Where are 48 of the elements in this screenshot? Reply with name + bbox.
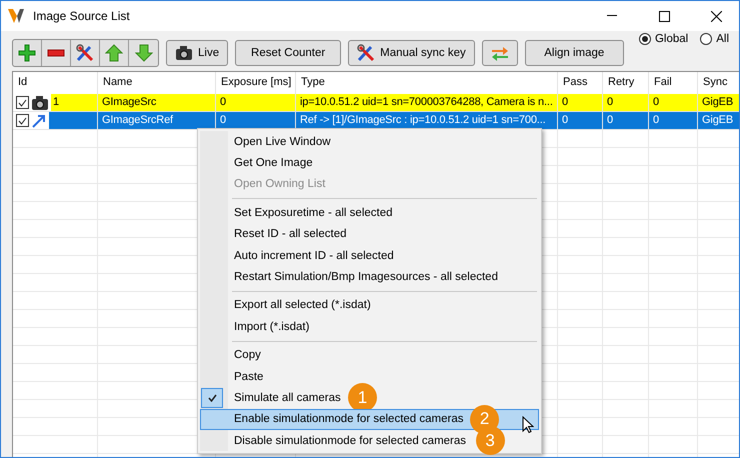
swap-button[interactable]	[482, 40, 518, 66]
row-checkbox[interactable]	[16, 114, 29, 127]
camera-icon	[31, 94, 49, 110]
table-cell: Ref -> [1]/GImageSrc : ip=10.0.51.2 uid=1 sn=700...	[296, 112, 558, 130]
table-cell: 0	[649, 112, 698, 130]
table-cell: 0	[603, 112, 649, 130]
menu-item[interactable]: Auto increment ID - all selected	[200, 244, 539, 266]
toolbar-button[interactable]: Live	[166, 40, 228, 66]
table-cell: GigEB	[698, 94, 739, 112]
callout-badge: 3	[476, 426, 505, 456]
tools-icon	[76, 44, 94, 62]
table-cell: 0	[603, 94, 649, 112]
tools-icon	[357, 44, 376, 62]
table-cell: 0	[558, 94, 603, 112]
table-cell: 0	[558, 112, 603, 130]
menu-item[interactable]: Restart Simulation/Bmp Imagesources - all selected	[200, 266, 539, 288]
up-arrow-icon	[105, 44, 123, 62]
minimize-icon	[607, 15, 617, 17]
table-cell: 0	[216, 94, 296, 112]
window-title: Image Source List	[33, 9, 131, 23]
menu-item[interactable]: Set Exposuretime - all selected	[200, 202, 539, 224]
close-icon	[710, 10, 722, 22]
scope-radio[interactable]: Global	[638, 33, 688, 45]
arrow-icon	[31, 112, 47, 128]
swap-arrows-icon	[490, 44, 509, 60]
camera-icon	[175, 44, 193, 60]
table-cell: 1	[51, 94, 97, 111]
table-cell: GImageSrc	[98, 94, 216, 112]
mouse-cursor-icon	[522, 416, 534, 434]
toolbar-button[interactable]: Reset Counter	[235, 40, 342, 66]
menu-item[interactable]: Reset ID - all selected	[200, 224, 539, 245]
menu-item[interactable]: Import (*.isdat)	[200, 316, 539, 338]
toolbar-button[interactable]: Manual sync key	[348, 40, 475, 66]
table-cell: 0	[649, 94, 698, 112]
plus-icon	[18, 44, 36, 62]
minus-icon	[47, 48, 65, 56]
scope-radio[interactable]: All	[700, 33, 729, 45]
maximize-icon	[658, 10, 670, 22]
menu-item[interactable]: Copy	[200, 344, 539, 366]
toolbar-button[interactable]: Align image	[524, 40, 624, 66]
menu-item[interactable]: Export all selected (*.isdat)	[200, 294, 539, 316]
table-cell: GImageSrcRef	[98, 112, 216, 130]
menu-item[interactable]: Open Live Window	[200, 131, 539, 152]
row-checkbox[interactable]	[16, 96, 29, 109]
table-cell: GigEB	[698, 112, 739, 130]
down-arrow-icon	[134, 44, 152, 62]
table-cell: ip=10.0.51.2 uid=1 sn=700003764288, Camera is n...	[296, 94, 558, 112]
menu-item[interactable]: Get One Image	[200, 152, 539, 174]
